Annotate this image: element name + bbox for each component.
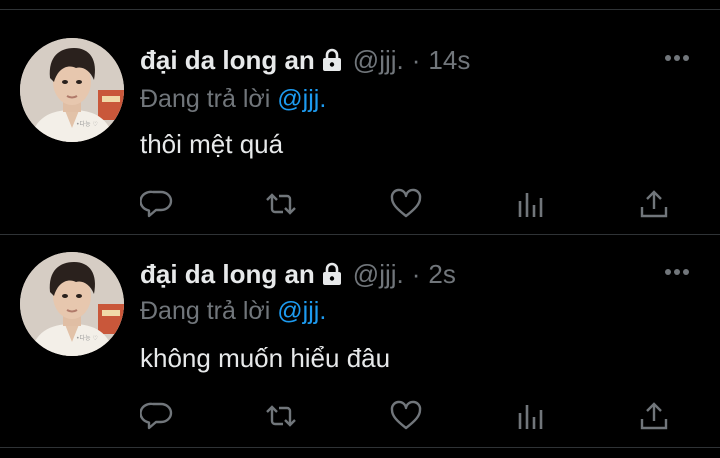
tweet-text: không muốn hiểu đâu: [140, 343, 391, 373]
timestamp[interactable]: 14s: [428, 44, 470, 76]
tweet-header: đại da long an @jjj. · 2s: [140, 258, 640, 290]
avatar[interactable]: •다능 ♡: [20, 252, 124, 356]
reply-icon: [140, 402, 173, 430]
reply-handle-link[interactable]: @jjj.: [277, 297, 326, 325]
display-name[interactable]: đại da long an: [140, 44, 315, 76]
more-icon[interactable]: [664, 54, 690, 62]
svg-text:•다능 ♡: •다능 ♡: [76, 120, 98, 128]
like-button[interactable]: [389, 399, 423, 433]
tweet[interactable]: •다능 ♡ đại da long an @jjj. · 14s Đang tr…: [0, 11, 720, 235]
action-bar: [140, 187, 680, 221]
replying-to: Đang trả lời @jjj.: [140, 296, 326, 326]
timestamp[interactable]: 2s: [428, 258, 455, 290]
views-icon: [518, 405, 543, 429]
more-icon[interactable]: [664, 268, 690, 276]
display-name[interactable]: đại da long an: [140, 258, 315, 290]
share-icon: [640, 190, 668, 218]
retweet-icon: [266, 405, 296, 427]
views-icon: [518, 193, 543, 217]
like-button[interactable]: [389, 187, 423, 221]
separator-dot: ·: [411, 259, 421, 289]
tweet-header: đại da long an @jjj. · 14s: [140, 44, 640, 76]
reply-button[interactable]: [140, 187, 174, 221]
reply-prefix: Đang trả lời: [140, 85, 271, 113]
share-button[interactable]: [637, 187, 671, 221]
replying-to: Đang trả lời @jjj.: [140, 84, 326, 114]
like-icon: [390, 400, 422, 430]
retweet-button[interactable]: [264, 187, 298, 221]
like-icon: [390, 188, 422, 218]
reply-button[interactable]: [140, 399, 174, 433]
views-button[interactable]: [514, 187, 548, 221]
tweet[interactable]: •다능 ♡ đại da long an @jjj. · 2s Đang trả…: [0, 236, 720, 448]
lock-icon: [322, 262, 341, 285]
views-button[interactable]: [514, 399, 548, 433]
separator-dot: ·: [411, 45, 421, 75]
action-bar: [140, 399, 680, 433]
reply-handle-link[interactable]: @jjj.: [277, 85, 326, 113]
svg-text:•다능 ♡: •다능 ♡: [76, 334, 98, 342]
share-button[interactable]: [637, 399, 671, 433]
retweet-icon: [266, 193, 296, 215]
retweet-button[interactable]: [264, 399, 298, 433]
lock-icon: [322, 48, 341, 71]
user-handle[interactable]: @jjj.: [353, 44, 404, 76]
top-divider: [0, 0, 720, 10]
reply-icon: [140, 190, 173, 218]
share-icon: [640, 402, 668, 430]
tweet-text: thôi mệt quá: [140, 129, 284, 159]
reply-prefix: Đang trả lời: [140, 297, 271, 325]
avatar[interactable]: •다능 ♡: [20, 38, 124, 142]
user-handle[interactable]: @jjj.: [353, 258, 404, 290]
